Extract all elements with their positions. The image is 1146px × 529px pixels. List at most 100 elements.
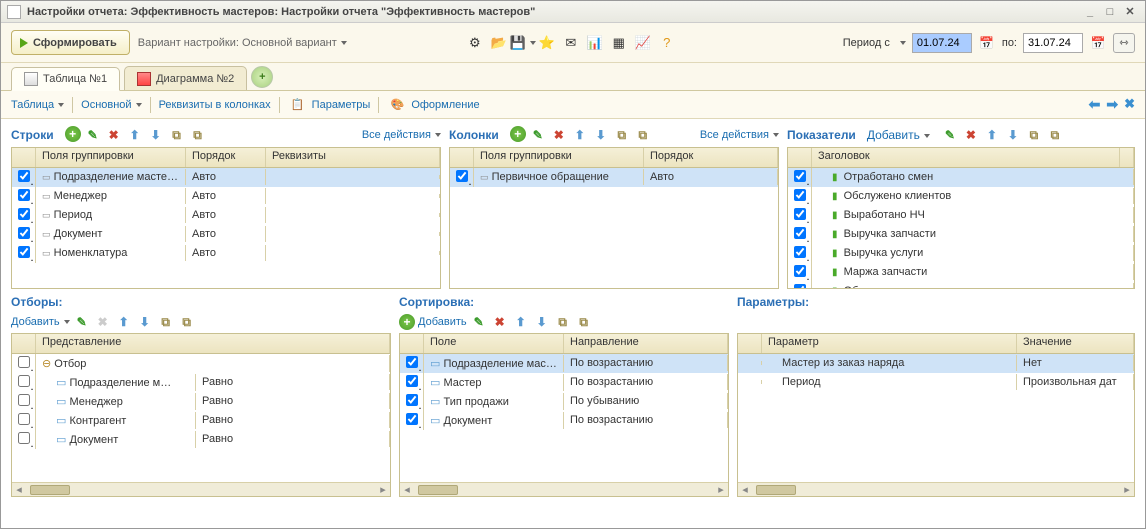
row-checkbox[interactable] bbox=[794, 246, 806, 258]
copy2-icon[interactable]: ⧉ bbox=[1046, 126, 1064, 144]
row-checkbox[interactable] bbox=[18, 208, 30, 220]
table-row[interactable]: ▭ ПериодАвто bbox=[12, 206, 440, 225]
close-button[interactable]: ✕ bbox=[1121, 4, 1139, 20]
mail-icon[interactable]: ✉ bbox=[561, 33, 581, 53]
col-header[interactable]: Параметр bbox=[762, 334, 1017, 353]
col-header[interactable]: Представление bbox=[36, 334, 390, 353]
all-actions-link[interactable]: Все действия bbox=[362, 129, 441, 141]
table-row[interactable]: ▮ Отработано смен bbox=[788, 168, 1134, 187]
edit-icon[interactable]: ✎ bbox=[73, 313, 91, 331]
edit-icon[interactable]: ✎ bbox=[941, 126, 959, 144]
copy2-icon[interactable]: ⧉ bbox=[178, 313, 196, 331]
row-checkbox[interactable] bbox=[18, 432, 30, 444]
calendar-to-icon[interactable]: 📅 bbox=[1089, 34, 1107, 52]
copy-icon[interactable]: ⧉ bbox=[554, 313, 572, 331]
table-row[interactable]: ▭ Первичное обращениеАвто bbox=[450, 168, 778, 187]
row-checkbox[interactable] bbox=[18, 394, 30, 406]
table-row[interactable]: ▭ ДокументАвто bbox=[12, 225, 440, 244]
up-icon[interactable]: ⬆ bbox=[115, 313, 133, 331]
h-scrollbar[interactable]: ◂▸ bbox=[400, 482, 728, 496]
table-row[interactable]: ▭ Тип продажиПо убыванию bbox=[400, 392, 728, 411]
up-icon[interactable]: ⬆ bbox=[571, 126, 589, 144]
down-icon[interactable]: ⬇ bbox=[136, 313, 154, 331]
row-checkbox[interactable] bbox=[794, 170, 806, 182]
copy-icon[interactable]: ⧉ bbox=[157, 313, 175, 331]
table-row[interactable]: ▮ Общая выручка bbox=[788, 282, 1134, 288]
row-checkbox[interactable] bbox=[406, 356, 418, 368]
row-checkbox[interactable] bbox=[456, 170, 468, 182]
down-icon[interactable]: ⬇ bbox=[533, 313, 551, 331]
table-row[interactable]: ▭ ДокументПо возрастанию bbox=[400, 411, 728, 430]
chart-icon[interactable]: 📊 bbox=[585, 33, 605, 53]
help-icon[interactable]: ? bbox=[657, 33, 677, 53]
report-icon[interactable]: 📈 bbox=[633, 33, 653, 53]
main-link[interactable]: Основной bbox=[81, 99, 141, 111]
h-scrollbar[interactable]: ◂▸ bbox=[12, 482, 390, 496]
copy2-icon[interactable]: ⧉ bbox=[189, 126, 207, 144]
row-checkbox[interactable] bbox=[18, 375, 30, 387]
row-checkbox[interactable] bbox=[794, 284, 806, 289]
row-checkbox[interactable] bbox=[794, 265, 806, 277]
table-row[interactable]: ▭ ДокументРавно bbox=[12, 430, 390, 449]
down-icon[interactable]: ⬇ bbox=[147, 126, 165, 144]
table-row[interactable]: Мастер из заказ нарядаНет bbox=[738, 354, 1134, 373]
row-checkbox[interactable] bbox=[18, 246, 30, 258]
row-checkbox[interactable] bbox=[794, 208, 806, 220]
delete-icon[interactable]: ✖ bbox=[550, 126, 568, 144]
load-icon[interactable]: 📂 bbox=[489, 33, 509, 53]
copy2-icon[interactable]: ⧉ bbox=[634, 126, 652, 144]
col-header[interactable]: Направление bbox=[564, 334, 728, 353]
h-scrollbar[interactable]: ◂▸ bbox=[738, 482, 1134, 496]
edit-icon[interactable]: ✎ bbox=[529, 126, 547, 144]
columns-req-link[interactable]: Реквизиты в колонках bbox=[159, 99, 271, 111]
table-row[interactable]: ⊖ Отбор bbox=[12, 354, 390, 373]
table-row[interactable]: ▮ Маржа запчасти bbox=[788, 263, 1134, 282]
add-link[interactable]: Добавить bbox=[418, 316, 467, 328]
favorite-icon[interactable]: ⭐ bbox=[537, 33, 557, 53]
row-checkbox[interactable] bbox=[18, 413, 30, 425]
add-dropdown[interactable]: Добавить bbox=[867, 128, 930, 142]
date-to-input[interactable] bbox=[1023, 33, 1083, 53]
row-checkbox[interactable] bbox=[794, 189, 806, 201]
maximize-button[interactable]: □ bbox=[1101, 4, 1119, 20]
edit-icon[interactable]: ✎ bbox=[84, 126, 102, 144]
table-row[interactable]: ▭ МенеджерРавно bbox=[12, 392, 390, 411]
row-checkbox[interactable] bbox=[406, 375, 418, 387]
form-button[interactable]: Сформировать bbox=[11, 30, 130, 55]
table-row[interactable]: ▭ МастерПо возрастанию bbox=[400, 373, 728, 392]
col-header[interactable]: Заголовок bbox=[812, 148, 1120, 167]
copy2-icon[interactable]: ⧉ bbox=[575, 313, 593, 331]
table-row[interactable]: ▭ КонтрагентРавно bbox=[12, 411, 390, 430]
row-checkbox[interactable] bbox=[406, 394, 418, 406]
add-dropdown[interactable]: Добавить bbox=[11, 316, 70, 328]
table-icon[interactable]: ▦ bbox=[609, 33, 629, 53]
table-row[interactable]: ПериодПроизвольная дат bbox=[738, 373, 1134, 392]
col-header[interactable]: Значение bbox=[1017, 334, 1134, 353]
col-header[interactable]: Порядок bbox=[644, 148, 778, 167]
table-row[interactable]: ▭ Подразделение м…Равно bbox=[12, 373, 390, 392]
col-header[interactable]: Поля группировки bbox=[36, 148, 186, 167]
settings-icon[interactable]: ⚙ bbox=[465, 33, 485, 53]
row-checkbox[interactable] bbox=[18, 189, 30, 201]
period-dropdown-icon[interactable] bbox=[900, 41, 906, 45]
save-icon[interactable]: 💾 bbox=[513, 33, 533, 53]
up-icon[interactable]: ⬆ bbox=[983, 126, 1001, 144]
add-icon[interactable]: + bbox=[65, 126, 81, 142]
params-link[interactable]: Параметры bbox=[312, 99, 371, 111]
col-header[interactable]: Порядок bbox=[186, 148, 266, 167]
row-checkbox[interactable] bbox=[406, 413, 418, 425]
minimize-button[interactable]: _ bbox=[1081, 4, 1099, 20]
table-row[interactable]: ▭ МенеджерАвто bbox=[12, 187, 440, 206]
nav-prev-icon[interactable]: ⬅ bbox=[1089, 96, 1101, 113]
copy-icon[interactable]: ⧉ bbox=[1025, 126, 1043, 144]
copy-icon[interactable]: ⧉ bbox=[168, 126, 186, 144]
variant-label[interactable]: Вариант настройки: Основной вариант bbox=[138, 37, 347, 49]
table-row[interactable]: ▮ Выручка запчасти bbox=[788, 225, 1134, 244]
row-checkbox[interactable] bbox=[18, 227, 30, 239]
table-row[interactable]: ▭ НоменклатураАвто bbox=[12, 244, 440, 263]
down-icon[interactable]: ⬇ bbox=[592, 126, 610, 144]
col-header[interactable]: Поле bbox=[424, 334, 564, 353]
tab-chart-2[interactable]: Диаграмма №2 bbox=[124, 66, 247, 90]
close-panel-icon[interactable]: ✖ bbox=[1124, 96, 1135, 113]
table-row[interactable]: ▮ Обслужено клиентов bbox=[788, 187, 1134, 206]
